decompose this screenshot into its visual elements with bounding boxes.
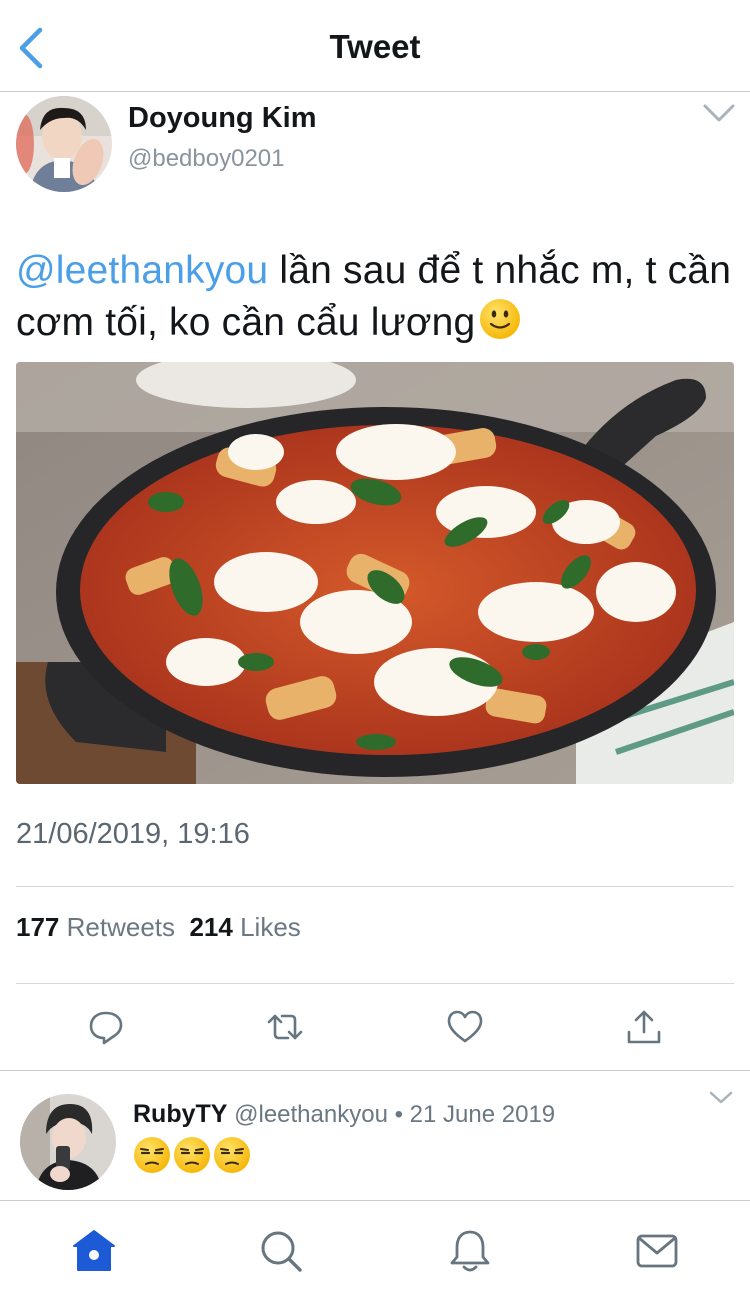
- reply-header: RubyTY @leethankyou • 21 June 2019: [133, 1100, 555, 1129]
- author-handle[interactable]: @bedboy0201: [128, 145, 285, 173]
- like-icon[interactable]: [446, 1008, 484, 1046]
- unamused-face-icon: [134, 1137, 170, 1173]
- reply-author-name[interactable]: RubyTY: [133, 1100, 227, 1128]
- home-icon[interactable]: [71, 1228, 117, 1274]
- engagement-stats: 177 Retweets 214 Likes: [16, 912, 301, 943]
- tweet-text: @leethankyou lần sau để t nhắc m, t cần …: [16, 245, 736, 349]
- reply-icon[interactable]: [87, 1008, 125, 1046]
- unamused-face-icon: [174, 1137, 210, 1173]
- reply-text: [133, 1136, 253, 1176]
- tab-bar-divider: [0, 1200, 750, 1201]
- tweet-timestamp: 21/06/2019, 19:16: [16, 818, 250, 850]
- reply-author-handle[interactable]: @leethankyou: [234, 1101, 388, 1128]
- divider: [0, 1070, 750, 1071]
- retweets-count: 177: [16, 912, 60, 942]
- unamused-face-icon: [214, 1137, 250, 1173]
- search-icon[interactable]: [258, 1228, 304, 1274]
- likes-label: Likes: [240, 912, 301, 942]
- chevron-down-icon[interactable]: [702, 102, 736, 124]
- retweets-stat[interactable]: 177 Retweets: [16, 912, 175, 942]
- chevron-down-icon[interactable]: [708, 1090, 734, 1106]
- page-title: Tweet: [329, 28, 421, 65]
- notifications-icon[interactable]: [447, 1228, 493, 1274]
- slightly-smiling-face-icon: [480, 299, 521, 339]
- share-icon[interactable]: [625, 1008, 663, 1046]
- author-name[interactable]: Doyoung Kim: [128, 102, 317, 135]
- author-avatar[interactable]: [16, 96, 112, 192]
- divider: [16, 983, 734, 984]
- messages-icon[interactable]: [634, 1228, 680, 1274]
- retweets-label: Retweets: [66, 912, 176, 942]
- reply-author-avatar[interactable]: [20, 1094, 116, 1190]
- reply-date: 21 June 2019: [409, 1101, 556, 1128]
- likes-stat[interactable]: 214 Likes: [189, 912, 300, 942]
- retweet-icon[interactable]: [266, 1008, 304, 1046]
- reply-separator: •: [394, 1101, 403, 1128]
- tweet-photo[interactable]: [16, 362, 734, 784]
- mention-link[interactable]: @leethankyou: [16, 249, 268, 292]
- divider: [16, 886, 734, 887]
- likes-count: 214: [189, 912, 233, 942]
